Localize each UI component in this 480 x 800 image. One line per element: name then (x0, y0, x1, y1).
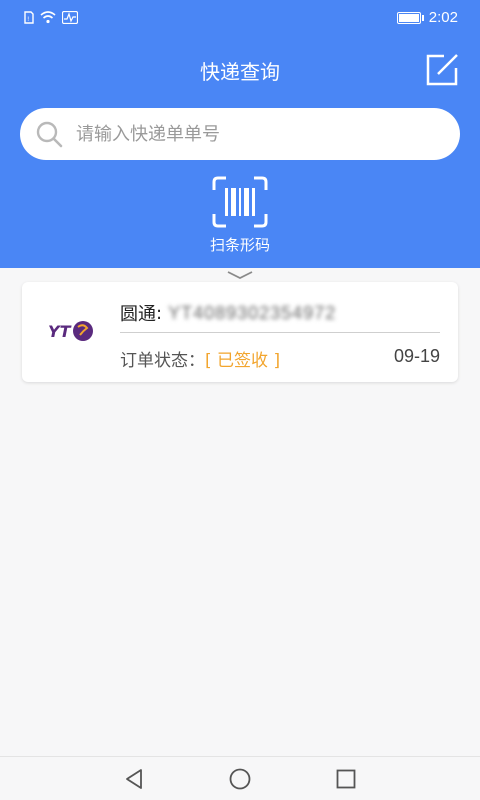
nav-recent-icon[interactable] (334, 767, 358, 791)
order-status-value: [ 已签收 ] (205, 351, 281, 371)
wifi-icon (40, 11, 56, 24)
status-bar: ! 2:02 (0, 0, 480, 36)
barcode-scan-icon (212, 176, 268, 228)
search-bar[interactable] (20, 108, 460, 160)
result-card[interactable]: YT 圆通 : YT4089302354972 订单状态：[ 已签收 ] 09-… (22, 282, 458, 382)
edit-icon[interactable] (424, 52, 460, 88)
tracking-number: YT4089302354972 (168, 302, 337, 323)
search-icon (36, 121, 63, 148)
order-date: 09-19 (393, 346, 440, 366)
order-status: 订单状态：[ 已签收 ] (120, 346, 280, 371)
svg-text:YT: YT (48, 322, 72, 341)
carrier-separator: : (156, 302, 163, 324)
search-input[interactable] (74, 122, 438, 146)
battery-icon (396, 11, 424, 24)
system-nav-bar (0, 756, 480, 800)
order-status-label: 订单状态： (120, 351, 205, 371)
status-icons-left: ! (24, 11, 78, 24)
yto-logo: YT (48, 321, 93, 341)
clock: 2:02 (428, 9, 458, 26)
carrier-name: 圆通 (120, 304, 156, 325)
nav-home-icon[interactable] (228, 767, 252, 791)
scan-barcode-button[interactable]: 扫条形码 (200, 176, 280, 255)
sim-icon: ! (24, 11, 34, 24)
carrier-row: 圆通 : YT4089302354972 (120, 300, 336, 326)
chevron-down-icon[interactable] (226, 270, 254, 280)
scan-barcode-label: 扫条形码 (209, 236, 270, 254)
screen: ! 2:02 快递查询 请输入快递单单号 扫条形码 YT 圆通: YT4089… (0, 0, 480, 800)
svg-text:!: ! (27, 16, 29, 23)
status-icons-right: 2:02 (396, 9, 458, 26)
activity-icon (62, 11, 78, 24)
nav-back-icon[interactable] (122, 767, 146, 791)
card-divider (120, 332, 440, 333)
page-title: 快递查询 (200, 60, 280, 84)
